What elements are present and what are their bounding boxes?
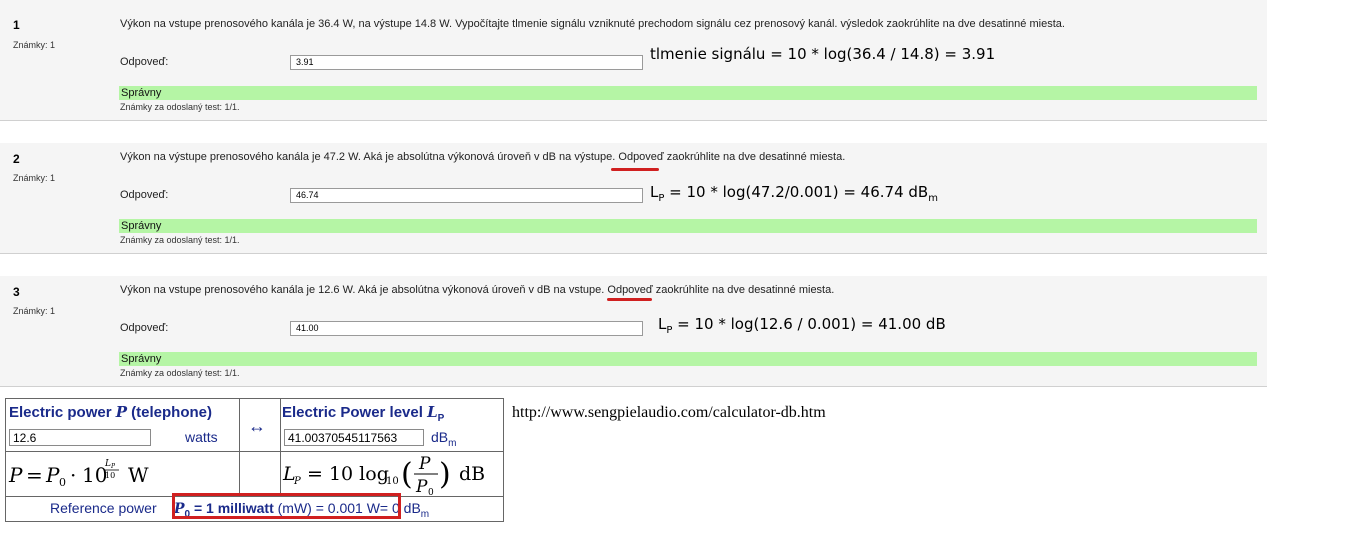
red-underline-mark	[607, 298, 652, 301]
svg-text:P: P	[418, 454, 431, 474]
question-number: 2	[13, 152, 20, 166]
question-3: 3 Známky: 1 Výkon na vstupe prenosového …	[0, 276, 1267, 386]
answer-label: Odpoveď:	[120, 56, 169, 68]
answer-label: Odpoveď:	[120, 322, 169, 334]
svg-text:P: P	[415, 477, 428, 496]
question-marks: Známky: 1	[13, 173, 56, 183]
red-underline-mark	[611, 168, 659, 171]
convert-cell: ↔	[239, 398, 281, 452]
question-text: Výkon na vstupe prenosového kanála je 36…	[120, 18, 1065, 30]
svg-text:10: 10	[82, 463, 107, 487]
power-input-cell: Electric power P (telephone) 12.6 watts	[5, 398, 240, 452]
question-text: Výkon na vstupe prenosového kanála je 12…	[120, 284, 835, 296]
formula-spacer-cell	[239, 451, 281, 497]
reference-url: http://www.sengpielaudio.com/calculator-…	[512, 404, 826, 421]
score-text: Známky za odoslaný test: 1/1.	[120, 102, 240, 112]
double-arrow-icon: ↔	[248, 416, 266, 436]
divider	[0, 120, 1267, 121]
answer-label: Odpoveď:	[120, 189, 169, 201]
question-marks: Známky: 1	[13, 40, 56, 50]
question-marks: Známky: 1	[13, 306, 56, 316]
question-number: 3	[13, 285, 20, 299]
svg-text:L: L	[104, 459, 111, 469]
svg-text:= 10 log: = 10 log	[307, 463, 389, 485]
answer-input[interactable]: 3.91	[290, 55, 643, 70]
level-formula: L P = 10 log 10 ( P P 0 ) dB	[282, 454, 485, 496]
level-input[interactable]: 41.00370545117563	[284, 429, 424, 446]
score-text: Známky za odoslaný test: 1/1.	[120, 368, 240, 378]
annotation-formula-2: LP = 10 * log(47.2/0.001) = 46.74 dBm	[650, 183, 938, 204]
svg-text:W: W	[128, 463, 149, 487]
svg-text:·: ·	[70, 463, 76, 487]
highlight-box	[172, 493, 401, 519]
score-text: Známky za odoslaný test: 1/1.	[120, 235, 240, 245]
svg-text:0: 0	[428, 488, 434, 496]
svg-text:dB: dB	[459, 463, 485, 485]
correct-feedback: Správny	[119, 352, 1257, 366]
divider	[0, 386, 1267, 387]
db-calculator: Electric power P (telephone) 12.6 watts …	[5, 398, 504, 523]
level-unit: dBm	[431, 429, 457, 449]
emphasized-word: výstupe	[574, 151, 613, 163]
answer-input[interactable]: 41.00	[290, 321, 643, 336]
question-1: 1 Známky: 1 Výkon na vstupe prenosového …	[0, 0, 1267, 120]
svg-text:P: P	[45, 463, 60, 487]
question-number: 1	[13, 18, 20, 32]
svg-text:10: 10	[386, 476, 399, 487]
svg-text:P: P	[8, 463, 23, 487]
formula-power-cell: P = P 0 · 10 L P 10 W	[5, 451, 240, 497]
svg-text:(: (	[401, 457, 413, 492]
correct-feedback: Správny	[119, 86, 1257, 100]
reference-label: Reference power	[50, 500, 157, 516]
question-2: 2 Známky: 1 Výkon na výstupe prenosového…	[0, 143, 1267, 253]
level-input-cell: Electric Power level LP 41.0037054511756…	[280, 398, 504, 452]
annotation-formula-3: LP = 10 * log(12.6 / 0.001) = 41.00 dB	[658, 315, 946, 336]
level-header: Electric Power level LP	[282, 403, 445, 424]
power-header: Electric power P (telephone)	[9, 403, 212, 421]
svg-text:0: 0	[59, 476, 66, 489]
emphasized-word: vstupe	[568, 284, 602, 296]
question-text: Výkon na výstupe prenosového kanála je 4…	[120, 151, 846, 163]
answer-input[interactable]: 46.74	[290, 188, 643, 203]
correct-feedback: Správny	[119, 219, 1257, 233]
annotation-formula-1: tlmenie signálu = 10 * log(36.4 / 14.8) …	[650, 45, 996, 63]
svg-text:P: P	[110, 463, 116, 470]
svg-text:=: =	[26, 463, 43, 487]
power-unit: watts	[185, 429, 218, 445]
divider	[0, 253, 1267, 254]
power-formula: P = P 0 · 10 L P 10 W	[8, 459, 149, 489]
power-input[interactable]: 12.6	[9, 429, 151, 446]
svg-text:P: P	[293, 476, 301, 487]
formula-level-cell: L P = 10 log 10 ( P P 0 ) dB	[280, 451, 504, 497]
svg-text:10: 10	[105, 471, 115, 480]
svg-text:): )	[439, 457, 451, 492]
